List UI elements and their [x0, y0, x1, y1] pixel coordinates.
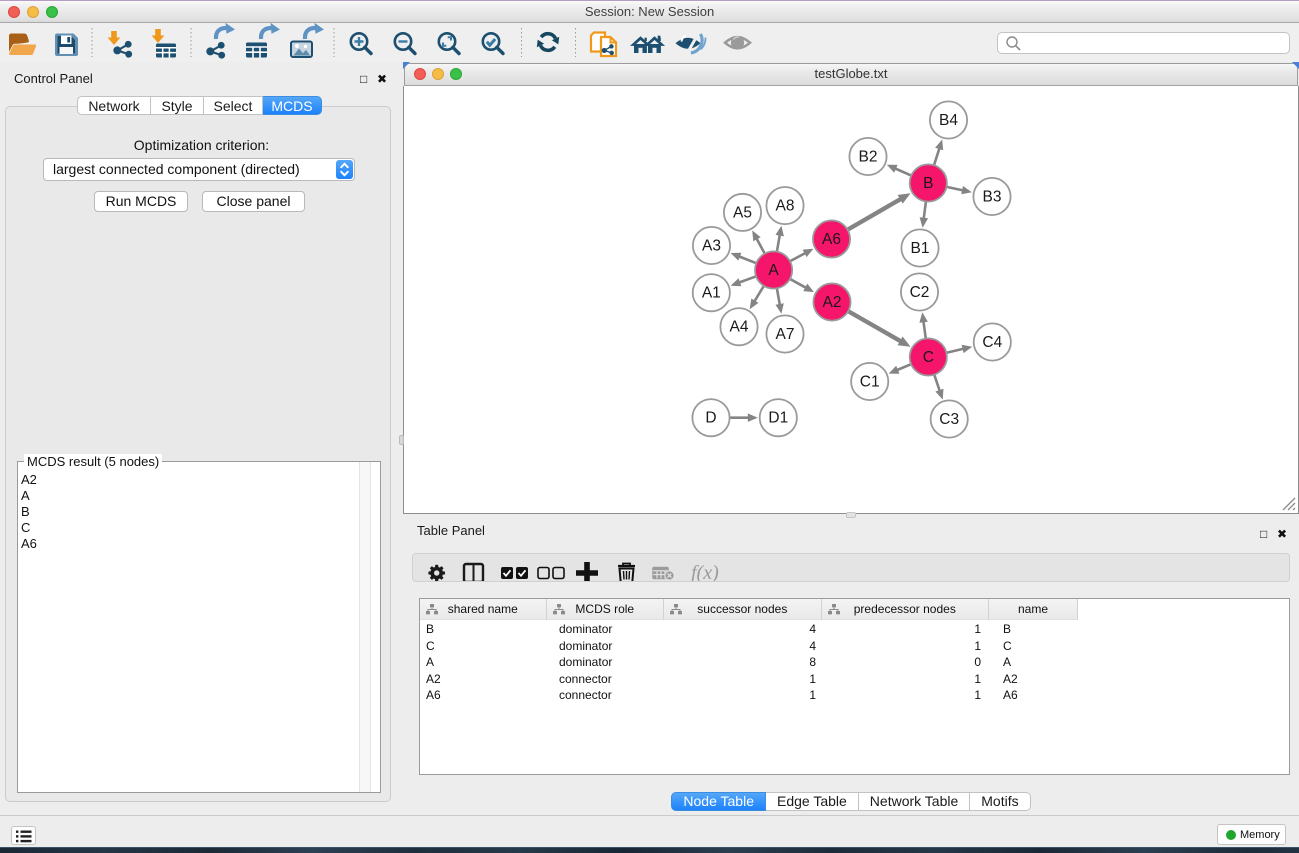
svg-text:A2: A2	[823, 294, 842, 311]
svg-text:A1: A1	[702, 285, 721, 302]
svg-text:C4: C4	[982, 334, 1002, 351]
svg-text:A3: A3	[702, 238, 721, 255]
svg-text:B4: B4	[939, 112, 958, 129]
svg-text:A7: A7	[776, 326, 795, 343]
svg-text:B1: B1	[911, 240, 930, 257]
svg-text:C: C	[923, 349, 934, 366]
svg-text:B3: B3	[983, 189, 1002, 206]
svg-text:C1: C1	[860, 374, 880, 391]
svg-text:C3: C3	[939, 411, 959, 428]
svg-text:f(x): f(x)	[691, 562, 719, 581]
svg-text:B: B	[923, 175, 933, 192]
svg-text:B2: B2	[859, 149, 878, 166]
svg-text:A4: A4	[730, 319, 749, 336]
svg-text:C2: C2	[910, 284, 930, 301]
svg-text:D1: D1	[768, 410, 788, 427]
svg-text:A6: A6	[822, 231, 841, 248]
svg-text:A8: A8	[776, 198, 795, 215]
svg-text:A: A	[768, 262, 779, 279]
svg-text:A5: A5	[733, 204, 752, 221]
svg-text:D: D	[705, 410, 716, 427]
